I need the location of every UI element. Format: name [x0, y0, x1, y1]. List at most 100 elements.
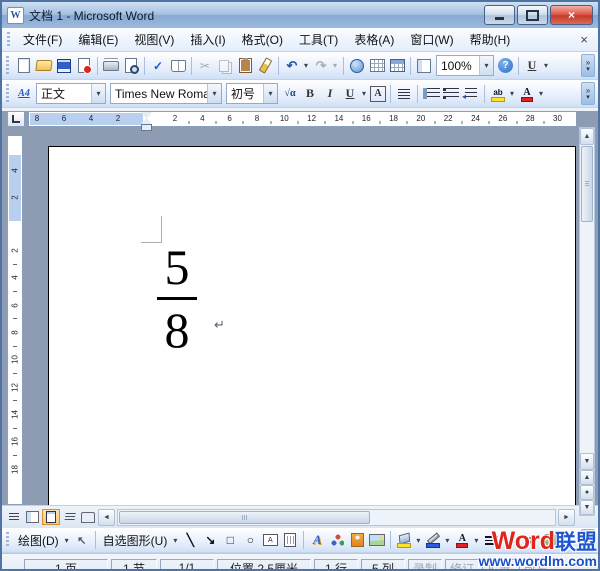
textbox-icon[interactable]: [261, 531, 279, 549]
zoom-select[interactable]: 100%▾: [436, 55, 494, 76]
dropdown-arrow-icon[interactable]: ▾: [507, 85, 517, 103]
tab-selector[interactable]: [7, 111, 25, 127]
scroll-track[interactable]: [580, 223, 594, 453]
underline-icon[interactable]: U: [341, 85, 359, 103]
toolbar-options-chevron[interactable]: »▾: [581, 82, 595, 105]
size-select[interactable]: 初号▾: [226, 83, 278, 104]
format-painter-icon[interactable]: [256, 57, 274, 75]
print-preview-icon[interactable]: [122, 57, 140, 75]
italic-icon[interactable]: I: [321, 85, 339, 103]
underline-icon[interactable]: U: [523, 57, 541, 75]
horizontal-scroll-thumb[interactable]: [119, 511, 370, 524]
menu-file[interactable]: 文件(F): [15, 28, 70, 51]
tables-borders-icon[interactable]: [368, 57, 386, 75]
style-select[interactable]: 正文▾: [36, 83, 106, 104]
arrow-style-icon[interactable]: ⇄: [522, 531, 540, 549]
overtype-toggle[interactable]: 改写: [519, 559, 553, 571]
toolbar-grip[interactable]: [6, 532, 9, 548]
select-objects-icon[interactable]: ↖: [73, 531, 91, 549]
decrease-indent-icon[interactable]: [462, 85, 480, 103]
styles-formatting-icon[interactable]: A4: [15, 85, 33, 103]
dropdown-arrow-icon[interactable]: ▾: [442, 531, 452, 549]
dropdown-arrow-icon[interactable]: ▾: [536, 85, 546, 103]
dropdown-arrow-icon[interactable]: ▾: [413, 531, 423, 549]
spelling-grammar-icon[interactable]: ✓: [149, 57, 167, 75]
scroll-right-button[interactable]: ►: [558, 509, 575, 526]
toolbar-grip[interactable]: [6, 84, 9, 103]
vertical-scrollbar[interactable]: ▲ ▼ ▲ ● ▼: [579, 127, 595, 516]
dropdown-arrow-icon[interactable]: ▾: [359, 85, 369, 103]
menu-tools[interactable]: 工具(T): [291, 28, 346, 51]
diagram-icon[interactable]: [328, 531, 346, 549]
scroll-down-button[interactable]: ▼: [580, 453, 594, 470]
scroll-up-button[interactable]: ▲: [580, 128, 594, 145]
minimize-button[interactable]: [484, 5, 515, 25]
toolbar-options-chevron[interactable]: »▾: [581, 529, 595, 552]
dropdown-arrow-icon[interactable]: ▾: [91, 84, 105, 103]
outline-view-icon[interactable]: [62, 510, 78, 524]
next-page-button[interactable]: ▼: [580, 500, 594, 515]
dash-style-icon[interactable]: [502, 531, 520, 549]
line-color-icon[interactable]: [424, 531, 442, 549]
numbering-icon[interactable]: [422, 85, 440, 103]
cut-icon[interactable]: ✂: [196, 57, 214, 75]
vertical-scroll-thumb[interactable]: [581, 146, 593, 222]
web-layout-icon[interactable]: [24, 510, 40, 524]
previous-page-button[interactable]: ▲: [580, 470, 594, 485]
bullets-icon[interactable]: [442, 85, 460, 103]
highlight-icon[interactable]: [489, 85, 507, 103]
center-icon[interactable]: [395, 85, 413, 103]
reading-layout-icon[interactable]: [80, 510, 96, 524]
paste-icon[interactable]: [236, 57, 254, 75]
left-indent-marker[interactable]: [141, 124, 152, 131]
vertical-textbox-icon[interactable]: [281, 531, 299, 549]
undo-icon[interactable]: ↶: [283, 57, 301, 75]
insert-hyperlink-icon[interactable]: [348, 57, 366, 75]
scroll-left-button[interactable]: ◄: [98, 509, 115, 526]
autoshapes-menu-button[interactable]: 自选图形(U): [99, 531, 172, 550]
clipart-icon[interactable]: [348, 531, 366, 549]
toolbar-options-chevron[interactable]: »▾: [581, 54, 595, 77]
arrow-icon[interactable]: ↘: [201, 531, 219, 549]
dropdown-arrow-icon[interactable]: ▾: [62, 531, 72, 549]
dropdown-arrow-icon[interactable]: ▾: [170, 531, 180, 549]
record-macro-toggle[interactable]: 录制: [408, 559, 442, 571]
menu-view[interactable]: 视图(V): [126, 28, 182, 51]
equation-editor-icon[interactable]: √α: [281, 85, 299, 103]
font-color-icon[interactable]: [453, 531, 471, 549]
dropdown-arrow-icon[interactable]: ▾: [263, 84, 277, 103]
track-changes-toggle[interactable]: 修订: [445, 559, 479, 571]
dropdown-arrow-icon[interactable]: ▾: [479, 56, 493, 75]
toolbar-grip[interactable]: [7, 32, 10, 47]
line-style-icon[interactable]: [482, 531, 500, 549]
dropdown-arrow-icon[interactable]: ▾: [301, 57, 311, 75]
dropdown-arrow-icon[interactable]: ▾: [541, 57, 551, 75]
help-icon[interactable]: ?: [498, 58, 513, 73]
menu-edit[interactable]: 编辑(E): [70, 28, 126, 51]
character-border-icon[interactable]: A: [370, 86, 386, 102]
draw-menu-button[interactable]: 绘图(D): [14, 531, 63, 550]
font-select[interactable]: Times New Roma▾: [110, 83, 222, 104]
menu-insert[interactable]: 插入(I): [182, 28, 233, 51]
horizontal-scrollbar[interactable]: [117, 509, 556, 526]
fill-color-icon[interactable]: [395, 531, 413, 549]
font-color-icon[interactable]: [518, 85, 536, 103]
menu-window[interactable]: 窗口(W): [402, 28, 461, 51]
research-icon[interactable]: [169, 57, 187, 75]
print-icon[interactable]: [102, 57, 120, 75]
permission-icon[interactable]: [75, 57, 93, 75]
oval-icon[interactable]: ○: [241, 531, 259, 549]
shadow-3d-icon[interactable]: [542, 531, 560, 549]
bold-icon[interactable]: B: [301, 85, 319, 103]
normal-view-icon[interactable]: [6, 510, 22, 524]
copy-icon[interactable]: [216, 57, 234, 75]
maximize-button[interactable]: [517, 5, 548, 25]
wordart-icon[interactable]: A: [308, 531, 326, 549]
new-document-icon[interactable]: [15, 57, 33, 75]
document-map-icon[interactable]: [415, 57, 433, 75]
save-icon[interactable]: [55, 57, 73, 75]
print-layout-icon[interactable]: [42, 509, 60, 525]
line-icon[interactable]: ╲: [181, 531, 199, 549]
dropdown-arrow-icon[interactable]: ▾: [330, 57, 340, 75]
menu-help[interactable]: 帮助(H): [462, 28, 519, 51]
